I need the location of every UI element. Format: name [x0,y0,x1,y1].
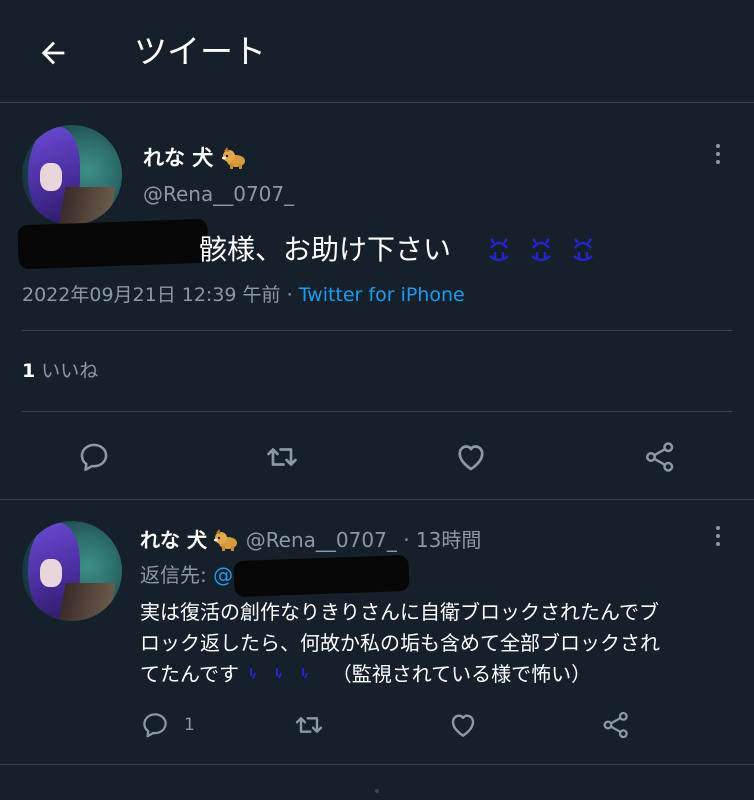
author-handle[interactable]: @Rena__0707_ [143,180,294,208]
share-icon [645,442,674,472]
more-vertical-icon [715,144,721,164]
reply-share-button[interactable] [599,708,633,742]
reply-retweet-button[interactable] [292,708,326,742]
reply-time[interactable]: 13時間 [416,528,481,552]
tweet-body: 骸様、お助け下さい [199,233,452,266]
more-vertical-icon [715,526,721,546]
reply-to: 返信先: @ [140,561,233,589]
tweet-text: 骸様、お助け下さい [17,218,732,272]
meta-separator: · [286,284,293,306]
back-button[interactable] [30,30,76,76]
likes-count: 1 [22,360,36,382]
reply-handle[interactable]: @Rena__0707_ [246,528,397,552]
dog-emoji-icon [221,147,245,169]
tweet-meta: 2022年09月21日 12:39 午前 · Twitter for iPhon… [22,281,465,309]
share-button[interactable] [638,435,682,479]
action-divider [0,499,754,500]
more-options-button[interactable] [715,144,721,168]
share-icon [603,711,628,739]
heart-icon [458,445,484,471]
avatar[interactable] [22,125,122,225]
tear-emoji-icon [250,668,309,679]
client-link[interactable]: Twitter for iPhone [299,284,465,306]
dog-emoji-icon [214,529,238,551]
crying-face-emoji-icon [487,234,613,268]
reply-icon [80,443,108,472]
timestamp[interactable]: 2022年09月21日 12:39 午前 [22,284,281,306]
reply-separator: · [403,528,410,552]
header-divider [0,102,754,103]
reply-text: 実は復活の創作なりきりさんに自衛ブロックされたんでブ ロック返したら、何故か私の… [140,597,740,690]
reply-text-segment: てたんです [140,662,239,686]
reply-reply-button[interactable]: 1 [140,708,202,742]
reply-to-handle[interactable]: @ [213,563,233,587]
author-name[interactable]: れな 犬 [143,144,247,172]
heart-icon [451,714,475,737]
reply-icon [143,713,167,738]
reply-display-name[interactable]: れな 犬 [140,528,207,552]
meta-divider [22,330,732,331]
likes-label: いいね [41,360,99,382]
reply-redaction [233,554,410,598]
like-button[interactable] [449,435,493,479]
scroll-indicator [375,789,379,793]
retweet-icon [295,717,323,733]
reply-like-button[interactable] [446,708,480,742]
display-name: れな 犬 [143,146,214,170]
retweet-button[interactable] [260,435,304,479]
reply-avatar[interactable] [22,521,122,621]
arrow-left-icon [41,41,65,65]
reply-text-segment: （監視されている様で怖い） [331,662,592,686]
reply-count: 1 [184,715,195,735]
reply-more-options-button[interactable] [715,526,721,550]
reply-header: れな 犬 @Rena__0707_ · 13時間 [140,526,481,554]
redaction [17,218,209,270]
reply-text-line: てたんです （監視されている様で怖い） [140,659,740,690]
likes-divider [22,411,732,412]
reply-divider [0,764,754,765]
reply-to-label: 返信先: [140,563,207,587]
likes-summary[interactable]: 1 いいね [22,357,98,385]
page-title: ツイート [134,32,266,71]
retweet-icon [267,448,297,466]
reply-button[interactable] [72,435,116,479]
reply-text-line: 実は復活の創作なりきりさんに自衛ブロックされたんでブ [140,600,659,624]
reply-text-line: ロック返したら、何故か私の垢も含めて全部ブロックされ [140,631,660,655]
